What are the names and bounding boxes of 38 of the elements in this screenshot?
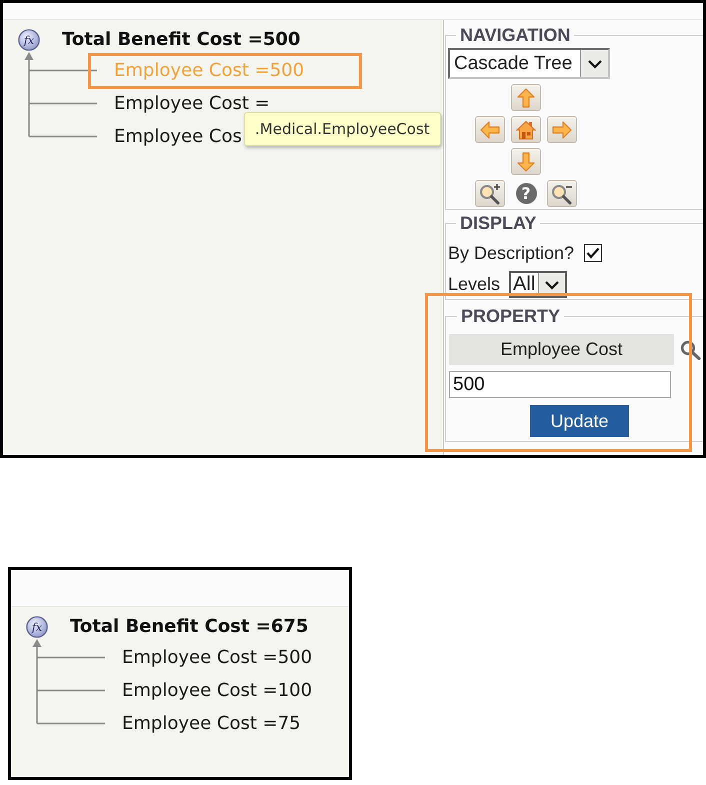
tooltip: .Medical.EmployeeCost bbox=[244, 112, 441, 146]
section-title: PROPERTY bbox=[460, 306, 562, 326]
up-button[interactable] bbox=[511, 84, 541, 111]
home-button[interactable] bbox=[511, 116, 541, 143]
dropdown-caret-icon bbox=[580, 50, 608, 77]
checkmark-icon bbox=[586, 247, 600, 259]
down-button[interactable] bbox=[511, 148, 541, 175]
section-title: NAVIGATION bbox=[459, 25, 572, 45]
help-icon[interactable]: ? bbox=[516, 183, 536, 204]
tree-node-label[interactable]: Employee Cos bbox=[114, 126, 242, 146]
tree-root-label[interactable]: Total Benefit Cost =500 bbox=[62, 29, 300, 51]
home-icon bbox=[516, 120, 536, 140]
update-button[interactable]: Update bbox=[530, 405, 629, 437]
checkbox[interactable] bbox=[584, 244, 602, 262]
zoom-out-icon bbox=[551, 182, 573, 204]
tree-node-label[interactable]: Employee Cost =75 bbox=[122, 714, 301, 734]
function-icon: fx bbox=[26, 616, 48, 638]
tree-node-label[interactable]: Employee Cost =500 bbox=[122, 648, 312, 668]
search-icon[interactable] bbox=[680, 340, 701, 360]
value-input[interactable]: 500 bbox=[449, 371, 671, 398]
zoom-out-button[interactable] bbox=[547, 180, 577, 207]
left-arrow-icon bbox=[480, 120, 500, 138]
view-dropdown[interactable]: Cascade Tree bbox=[448, 48, 610, 79]
function-icon: fx bbox=[18, 29, 40, 51]
tree-node-label[interactable]: Employee Cost =100 bbox=[122, 680, 312, 700]
zoom-in-icon bbox=[479, 182, 501, 204]
right-arrow-icon bbox=[552, 120, 572, 138]
levels-label: Levels bbox=[448, 274, 500, 295]
zoom-in-button[interactable] bbox=[475, 180, 505, 207]
up-arrow-icon bbox=[517, 88, 535, 108]
down-arrow-icon bbox=[517, 152, 535, 172]
right-button[interactable] bbox=[547, 116, 577, 143]
section-title: DISPLAY bbox=[459, 213, 538, 233]
tree-node-label[interactable]: Employee Cost = bbox=[114, 94, 270, 114]
property-name-label: Employee Cost bbox=[449, 334, 674, 365]
by-description-label: By Description? bbox=[448, 242, 574, 264]
left-button[interactable] bbox=[475, 116, 505, 143]
tree-root-label[interactable]: Total Benefit Cost =675 bbox=[70, 616, 308, 638]
